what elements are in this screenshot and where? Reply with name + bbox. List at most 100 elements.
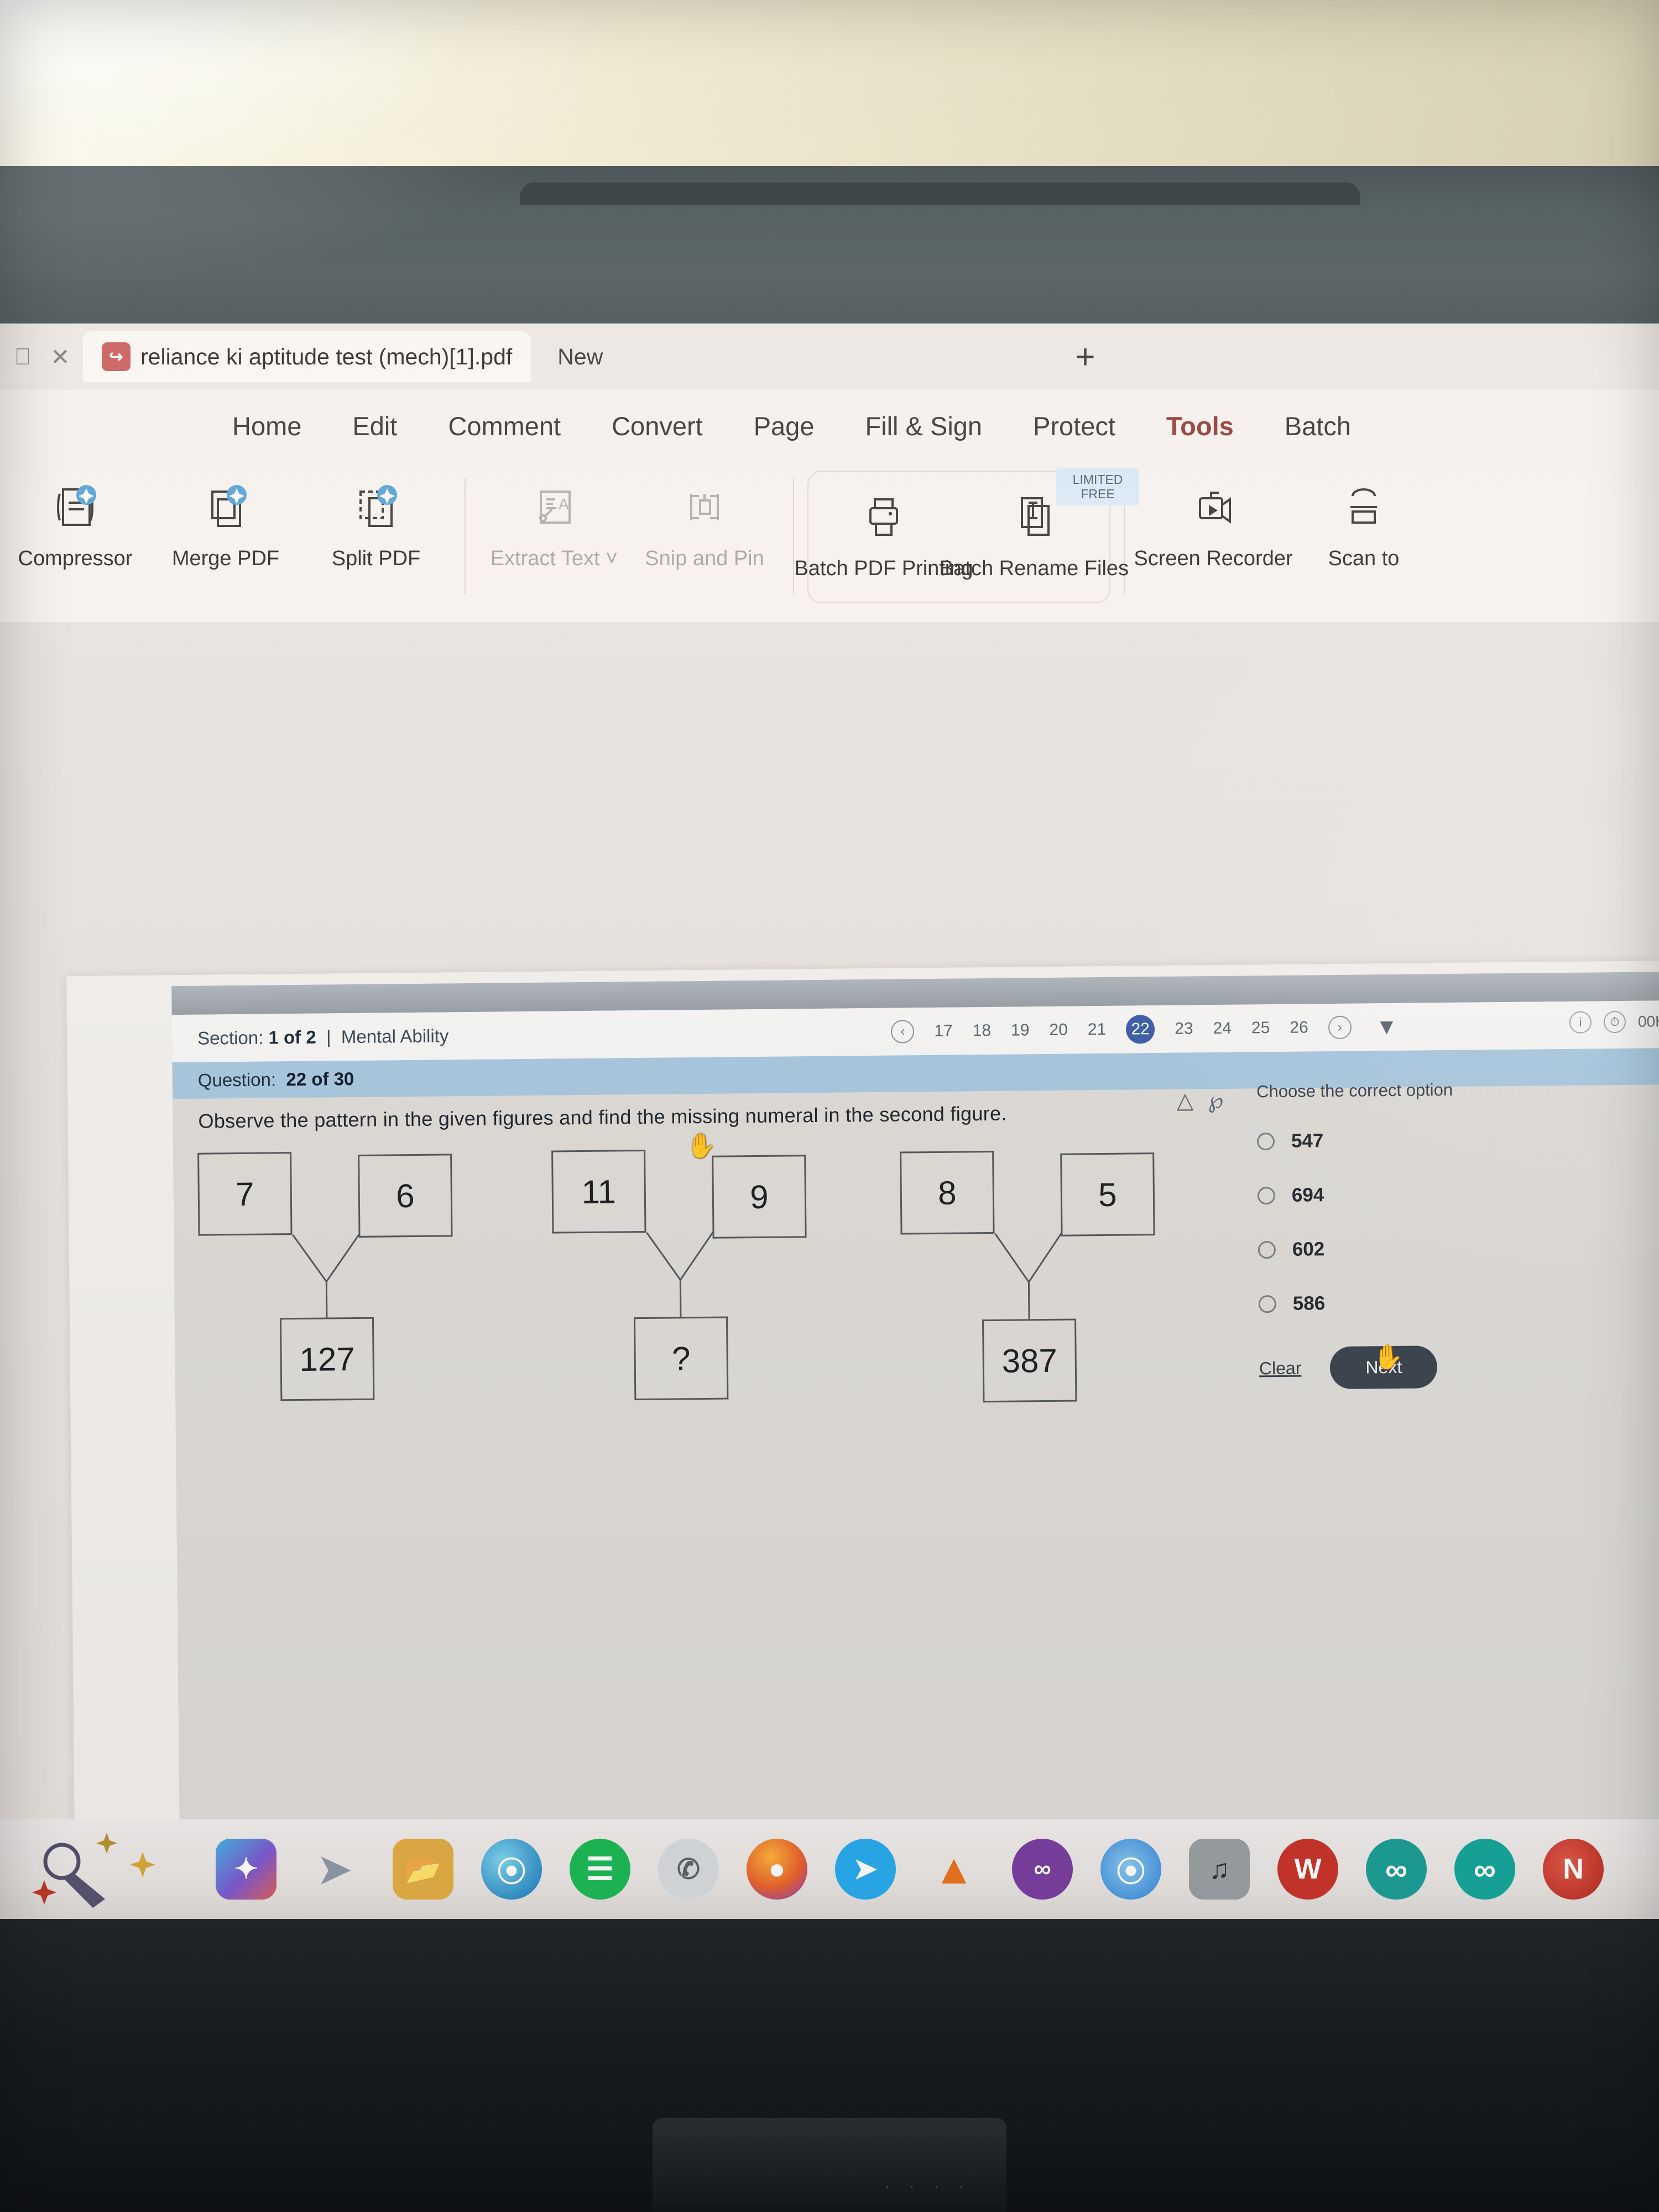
filter-icon[interactable]: ▼ (1375, 1014, 1397, 1039)
stopwatch-icon: ⏱ (1603, 1010, 1626, 1034)
menu-batch[interactable]: Batch (1285, 411, 1351, 441)
radio-icon[interactable] (1258, 1295, 1276, 1313)
radio-icon[interactable] (1256, 1133, 1275, 1151)
qnum-24[interactable]: 24 (1213, 1019, 1232, 1038)
tool-split-pdf[interactable]: Split PDF (301, 462, 451, 600)
desk-surface: . . . . (885, 2173, 972, 2192)
answer-options-panel: Choose the correct option 547 694 602 58… (1256, 1077, 1659, 1635)
qnum-26[interactable]: 26 (1290, 1018, 1308, 1037)
menu-fill-and-sign[interactable]: Fill & Sign (865, 411, 982, 441)
tool-label: Scan to (1328, 547, 1400, 570)
menu-edit[interactable]: Edit (352, 411, 397, 441)
qnum-18[interactable]: 18 (973, 1021, 992, 1040)
new-tab-button[interactable]: + (1075, 337, 1095, 377)
menu-home[interactable]: Home (232, 411, 301, 441)
paper-plane-icon[interactable]: ➤ (304, 1839, 365, 1900)
infinity-teal-icon[interactable]: ∞ (1366, 1839, 1427, 1900)
qnum-17[interactable]: 17 (934, 1022, 953, 1041)
menu-convert[interactable]: Convert (612, 411, 703, 441)
tool-group-batch: Batch PDF Printing LIMITED FREE Batch Ren… (794, 468, 1139, 603)
qnum-23[interactable]: 23 (1175, 1019, 1193, 1038)
file-explorer-icon[interactable]: 📂 (393, 1839, 453, 1900)
infinity-green-icon[interactable]: ∞ (1454, 1839, 1515, 1900)
option-label: 586 (1292, 1292, 1326, 1314)
compressor-icon (49, 476, 102, 538)
audio-icon[interactable]: ♫ (1189, 1839, 1250, 1900)
tool-scan-to[interactable]: Scan to (1288, 462, 1439, 600)
sparkle-wallpaper-icon[interactable] (22, 1830, 188, 1908)
tab-new-label: New (557, 343, 603, 369)
option-547[interactable]: 547 (1256, 1126, 1659, 1152)
option-label: 547 (1291, 1130, 1324, 1152)
merge-pdf-icon (199, 476, 252, 538)
meet-icon[interactable]: ∞ (1012, 1839, 1073, 1900)
tool-snip-and-pin[interactable]: Snip and Pin (629, 462, 780, 600)
clear-button[interactable]: Clear (1259, 1358, 1302, 1379)
figure-3-left-box: 8 (900, 1150, 995, 1235)
document-viewport[interactable]: Section: 1 of 2 | Mental Ability ‹ 17 18… (0, 622, 1659, 1872)
warning-icon[interactable]: △ (1176, 1088, 1193, 1113)
qnum-22-current[interactable]: 22 (1125, 1015, 1155, 1044)
tool-compressor[interactable]: Compressor (0, 462, 150, 600)
info-icon[interactable]: i (1569, 1011, 1592, 1034)
tool-extract-text[interactable]: A Extract Text ˅ (479, 462, 629, 600)
chevron-left-icon[interactable]: ‹ (891, 1020, 915, 1044)
tab-new[interactable]: New (539, 331, 622, 382)
figure-2-left-box: 11 (551, 1149, 646, 1234)
chevron-down-icon[interactable]: ˅ (606, 547, 618, 570)
chevron-right-icon[interactable]: › (1328, 1015, 1352, 1040)
tool-screen-recorder[interactable]: Screen Recorder (1134, 462, 1293, 600)
copilot-icon[interactable]: ✦ (216, 1839, 276, 1900)
figure-1-result-value: 127 (299, 1340, 356, 1378)
tool-batch-pdf-printing[interactable]: Batch PDF Printing (794, 472, 973, 610)
figure-group: 7 6 127 11 9 ? ✋ 8 5 387 (190, 1133, 1220, 1403)
onenote-icon[interactable]: N (1543, 1839, 1604, 1900)
pdf-page: Section: 1 of 2 | Mental Ability ‹ 17 18… (66, 961, 1659, 1872)
restore-window-icon[interactable]: ⎕ (8, 342, 38, 372)
tab-active-document[interactable]: ↪ reliance ki aptitude test (mech)[1].pd… (83, 331, 531, 382)
svg-text:A: A (559, 495, 569, 513)
qnum-21[interactable]: 21 (1088, 1020, 1107, 1039)
close-window-icon[interactable]: ✕ (45, 342, 75, 372)
figure-1-result-box: 127 (279, 1317, 375, 1401)
firefox-icon[interactable]: ● (747, 1839, 807, 1900)
exam-section-name: Mental Ability (341, 1025, 449, 1047)
figure-3-left-value: 8 (937, 1174, 957, 1212)
qnum-25[interactable]: 25 (1251, 1019, 1270, 1037)
radio-icon[interactable] (1258, 1241, 1276, 1259)
whatsapp-icon[interactable]: ✆ (658, 1839, 719, 1900)
menu-tools[interactable]: Tools (1166, 411, 1234, 441)
exam-app: Section: 1 of 2 | Mental Ability ‹ 17 18… (171, 1000, 1659, 1872)
exam-timer: 00Hr 28M (1637, 1013, 1659, 1030)
option-602[interactable]: 602 (1258, 1234, 1659, 1261)
spotify-icon[interactable]: ☰ (570, 1839, 630, 1900)
option-actions: Clear Next ✋ (1259, 1343, 1659, 1390)
menu-bar: Home Edit Comment Convert Page Fill & Si… (0, 390, 1659, 504)
option-694[interactable]: 694 (1257, 1180, 1659, 1207)
menu-comment[interactable]: Comment (448, 411, 561, 441)
vlc-icon[interactable]: ▲ (924, 1839, 984, 1900)
question-counter: Question: 22 of 30 (197, 1068, 354, 1091)
limited-free-badge: LIMITED FREE (1056, 468, 1139, 505)
next-button[interactable]: Next ✋ (1330, 1344, 1438, 1390)
qnum-19[interactable]: 19 (1011, 1021, 1030, 1040)
radio-icon[interactable] (1257, 1187, 1276, 1205)
telegram-icon[interactable]: ➤ (835, 1839, 896, 1900)
tool-merge-pdf[interactable]: Merge PDF (150, 462, 301, 600)
os-dock: ✦ ➤ 📂 ⦿ ☰ ✆ ● ➤ ▲ ∞ ⦿ ♫ W ∞ ∞ N (0, 1819, 1659, 1919)
flag-icon[interactable]: ℘ (1208, 1088, 1223, 1113)
qnum-20[interactable]: 20 (1049, 1021, 1068, 1040)
menu-protect[interactable]: Protect (1033, 411, 1115, 441)
tool-batch-rename-files[interactable]: LIMITED FREE Batch Rename Files (940, 468, 1139, 610)
screen-recorder-icon (1187, 476, 1240, 538)
tool-label: Batch Rename Files (939, 557, 1129, 580)
question-counter-value: 22 of 30 (286, 1068, 354, 1090)
wps-icon[interactable]: W (1277, 1839, 1338, 1900)
edge-icon[interactable]: ⦿ (481, 1839, 542, 1900)
chrome-icon[interactable]: ⦿ (1100, 1839, 1161, 1900)
option-586[interactable]: 586 (1258, 1288, 1659, 1315)
tool-label: Compressor (18, 547, 133, 570)
tab-label: reliance ki aptitude test (mech)[1].pdf (140, 343, 513, 369)
figure-3-right-box: 5 (1060, 1152, 1155, 1237)
menu-page[interactable]: Page (754, 411, 815, 441)
